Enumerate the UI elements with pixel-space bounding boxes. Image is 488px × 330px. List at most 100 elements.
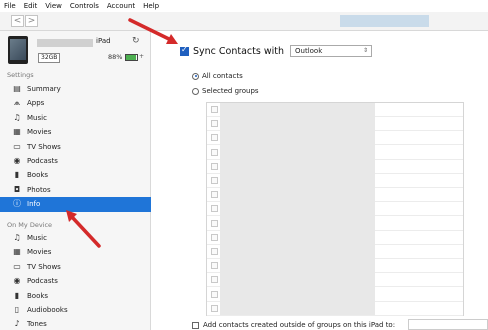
sidebar-item-label: Music bbox=[27, 234, 47, 242]
tv-icon: ▭ bbox=[13, 141, 21, 151]
books-icon: ▮ bbox=[14, 170, 20, 180]
sidebar-item-podcasts[interactable]: ◉ Podcasts bbox=[0, 274, 151, 288]
sync-contacts-row: Sync Contacts with Outlook ⇕ bbox=[180, 45, 373, 57]
menu-controls[interactable]: Controls bbox=[66, 0, 103, 12]
menu-file[interactable]: File bbox=[0, 0, 20, 12]
sync-source-value: Outlook bbox=[295, 47, 323, 55]
all-contacts-option[interactable]: All contacts bbox=[192, 72, 243, 80]
menu-edit[interactable]: Edit bbox=[20, 0, 42, 12]
battery-percent: 88% bbox=[108, 53, 123, 61]
ipad-icon bbox=[8, 36, 28, 64]
group-checkbox[interactable] bbox=[211, 134, 218, 142]
group-checkbox[interactable] bbox=[211, 290, 218, 298]
main-content: Sync Contacts with Outlook ⇕ All contact… bbox=[152, 31, 488, 330]
add-contacts-label: Add contacts created outside of groups o… bbox=[203, 321, 396, 329]
selected-groups-label: Selected groups bbox=[202, 87, 259, 95]
menu-help[interactable]: Help bbox=[139, 0, 163, 12]
sidebar-item-label: Apps bbox=[27, 99, 45, 108]
group-checkbox[interactable] bbox=[211, 162, 218, 170]
select-arrows-icon: ⇕ bbox=[362, 47, 369, 54]
sidebar-item-photos[interactable]: ◘ Photos bbox=[0, 183, 151, 197]
sidebar-item-label: Books bbox=[27, 171, 49, 180]
sidebar-item-label: Movies bbox=[27, 248, 52, 257]
camera-icon: ◘ bbox=[13, 184, 21, 194]
battery-icon bbox=[125, 54, 138, 61]
sidebar-item-music[interactable]: ♫ Music bbox=[0, 231, 151, 245]
group-checkbox[interactable] bbox=[211, 205, 218, 213]
sync-source-select[interactable]: Outlook ⇕ bbox=[290, 45, 373, 57]
sidebar-item-label: TV Shows bbox=[27, 262, 61, 271]
back-button[interactable]: < bbox=[11, 15, 24, 27]
sync-contacts-checkbox[interactable] bbox=[180, 45, 189, 56]
sidebar-item-music[interactable]: ♫ Music bbox=[0, 111, 151, 125]
sidebar-item-books[interactable]: ▮ Books bbox=[0, 168, 151, 182]
forward-button[interactable]: > bbox=[25, 15, 38, 27]
sidebar-item-label: Podcasts bbox=[27, 156, 58, 165]
apps-icon: ⩕ bbox=[13, 98, 21, 108]
tv-icon: ▭ bbox=[13, 261, 21, 271]
audiobook-icon: ▯ bbox=[14, 304, 20, 314]
sidebar-item-summary[interactable]: ▤ Summary bbox=[0, 82, 151, 96]
settings-nav: ▤ Summary ⩕ Apps ♫ Music ▦ Movies ▭ TV Shows ◉ Podc… bbox=[0, 82, 151, 212]
group-checkbox[interactable] bbox=[211, 120, 218, 128]
menu-account[interactable]: Account bbox=[103, 0, 139, 12]
device-header[interactable]: iPad ↻ 32GB 88% + bbox=[0, 31, 150, 67]
menu-bar: File Edit View Controls Account Help bbox=[0, 0, 488, 12]
groups-list[interactable] bbox=[206, 102, 464, 316]
all-contacts-radio[interactable] bbox=[192, 72, 199, 80]
sidebar-item-label: Audiobooks bbox=[27, 305, 68, 314]
sidebar-item-label: Photos bbox=[27, 185, 51, 194]
sidebar-item-podcasts[interactable]: ◉ Podcasts bbox=[0, 154, 151, 168]
add-contacts-group-select[interactable] bbox=[408, 319, 488, 330]
status-display bbox=[340, 15, 429, 27]
sidebar-item-tones[interactable]: ♪ Tones bbox=[0, 317, 151, 330]
group-checkbox[interactable] bbox=[211, 304, 218, 312]
group-checkbox[interactable] bbox=[211, 262, 218, 270]
group-checkbox[interactable] bbox=[211, 248, 218, 255]
itunes-window: File Edit View Controls Account Help < >… bbox=[0, 0, 488, 330]
all-contacts-label: All contacts bbox=[202, 72, 243, 80]
sidebar-item-tv-shows[interactable]: ▭ TV Shows bbox=[0, 140, 151, 154]
toolbar: < > bbox=[0, 12, 488, 31]
add-contacts-row[interactable]: Add contacts created outside of groups o… bbox=[192, 321, 395, 329]
group-checkbox[interactable] bbox=[211, 219, 218, 227]
music-icon: ♫ bbox=[13, 233, 21, 242]
add-contacts-checkbox[interactable] bbox=[192, 321, 199, 329]
group-checkbox[interactable] bbox=[211, 233, 218, 241]
sidebar-item-movies[interactable]: ▦ Movies bbox=[0, 245, 151, 259]
sync-icon[interactable]: ↻ bbox=[132, 36, 140, 46]
group-checkbox[interactable] bbox=[211, 191, 218, 199]
sidebar-item-label: Movies bbox=[27, 128, 52, 137]
group-checkbox[interactable] bbox=[211, 106, 218, 113]
sidebar-item-label: Info bbox=[27, 200, 41, 209]
summary-icon: ▤ bbox=[13, 84, 21, 93]
settings-header: Settings bbox=[7, 71, 34, 79]
sidebar-item-movies[interactable]: ▦ Movies bbox=[0, 125, 151, 139]
selected-groups-option[interactable]: Selected groups bbox=[192, 87, 259, 95]
sidebar: iPad ↻ 32GB 88% + Settings ▤ Summary ⩕ Apps… bbox=[0, 31, 151, 330]
menu-view[interactable]: View bbox=[41, 0, 66, 12]
group-checkbox[interactable] bbox=[211, 177, 218, 184]
groups-redacted bbox=[220, 103, 375, 315]
on-my-device-nav: ♫ Music ▦ Movies ▭ TV Shows ◉ Podcasts ▮ Books ▯ Au… bbox=[0, 231, 151, 330]
music-icon: ♫ bbox=[13, 112, 21, 122]
capacity-badge: 32GB bbox=[38, 53, 61, 63]
group-checkbox[interactable] bbox=[211, 148, 218, 156]
charging-icon: + bbox=[139, 53, 145, 60]
sidebar-item-audiobooks[interactable]: ▯ Audiobooks bbox=[0, 303, 151, 317]
sidebar-item-books[interactable]: ▮ Books bbox=[0, 289, 151, 303]
device-name-redacted bbox=[37, 39, 93, 47]
selected-groups-radio[interactable] bbox=[192, 87, 199, 95]
info-icon: ⓘ bbox=[13, 199, 21, 209]
group-checkbox[interactable] bbox=[211, 276, 218, 284]
sidebar-item-tv-shows[interactable]: ▭ TV Shows bbox=[0, 260, 151, 274]
on-my-device-header: On My Device bbox=[7, 221, 53, 229]
podcast-icon: ◉ bbox=[13, 276, 21, 286]
movies-icon: ▦ bbox=[13, 247, 21, 257]
sidebar-item-label: Music bbox=[27, 113, 47, 122]
sidebar-item-info[interactable]: ⓘ Info bbox=[0, 197, 151, 212]
sidebar-item-label: Tones bbox=[27, 320, 47, 329]
sync-contacts-label: Sync Contacts with bbox=[193, 45, 285, 57]
device-model: iPad bbox=[96, 37, 111, 45]
sidebar-item-apps[interactable]: ⩕ Apps bbox=[0, 96, 151, 110]
